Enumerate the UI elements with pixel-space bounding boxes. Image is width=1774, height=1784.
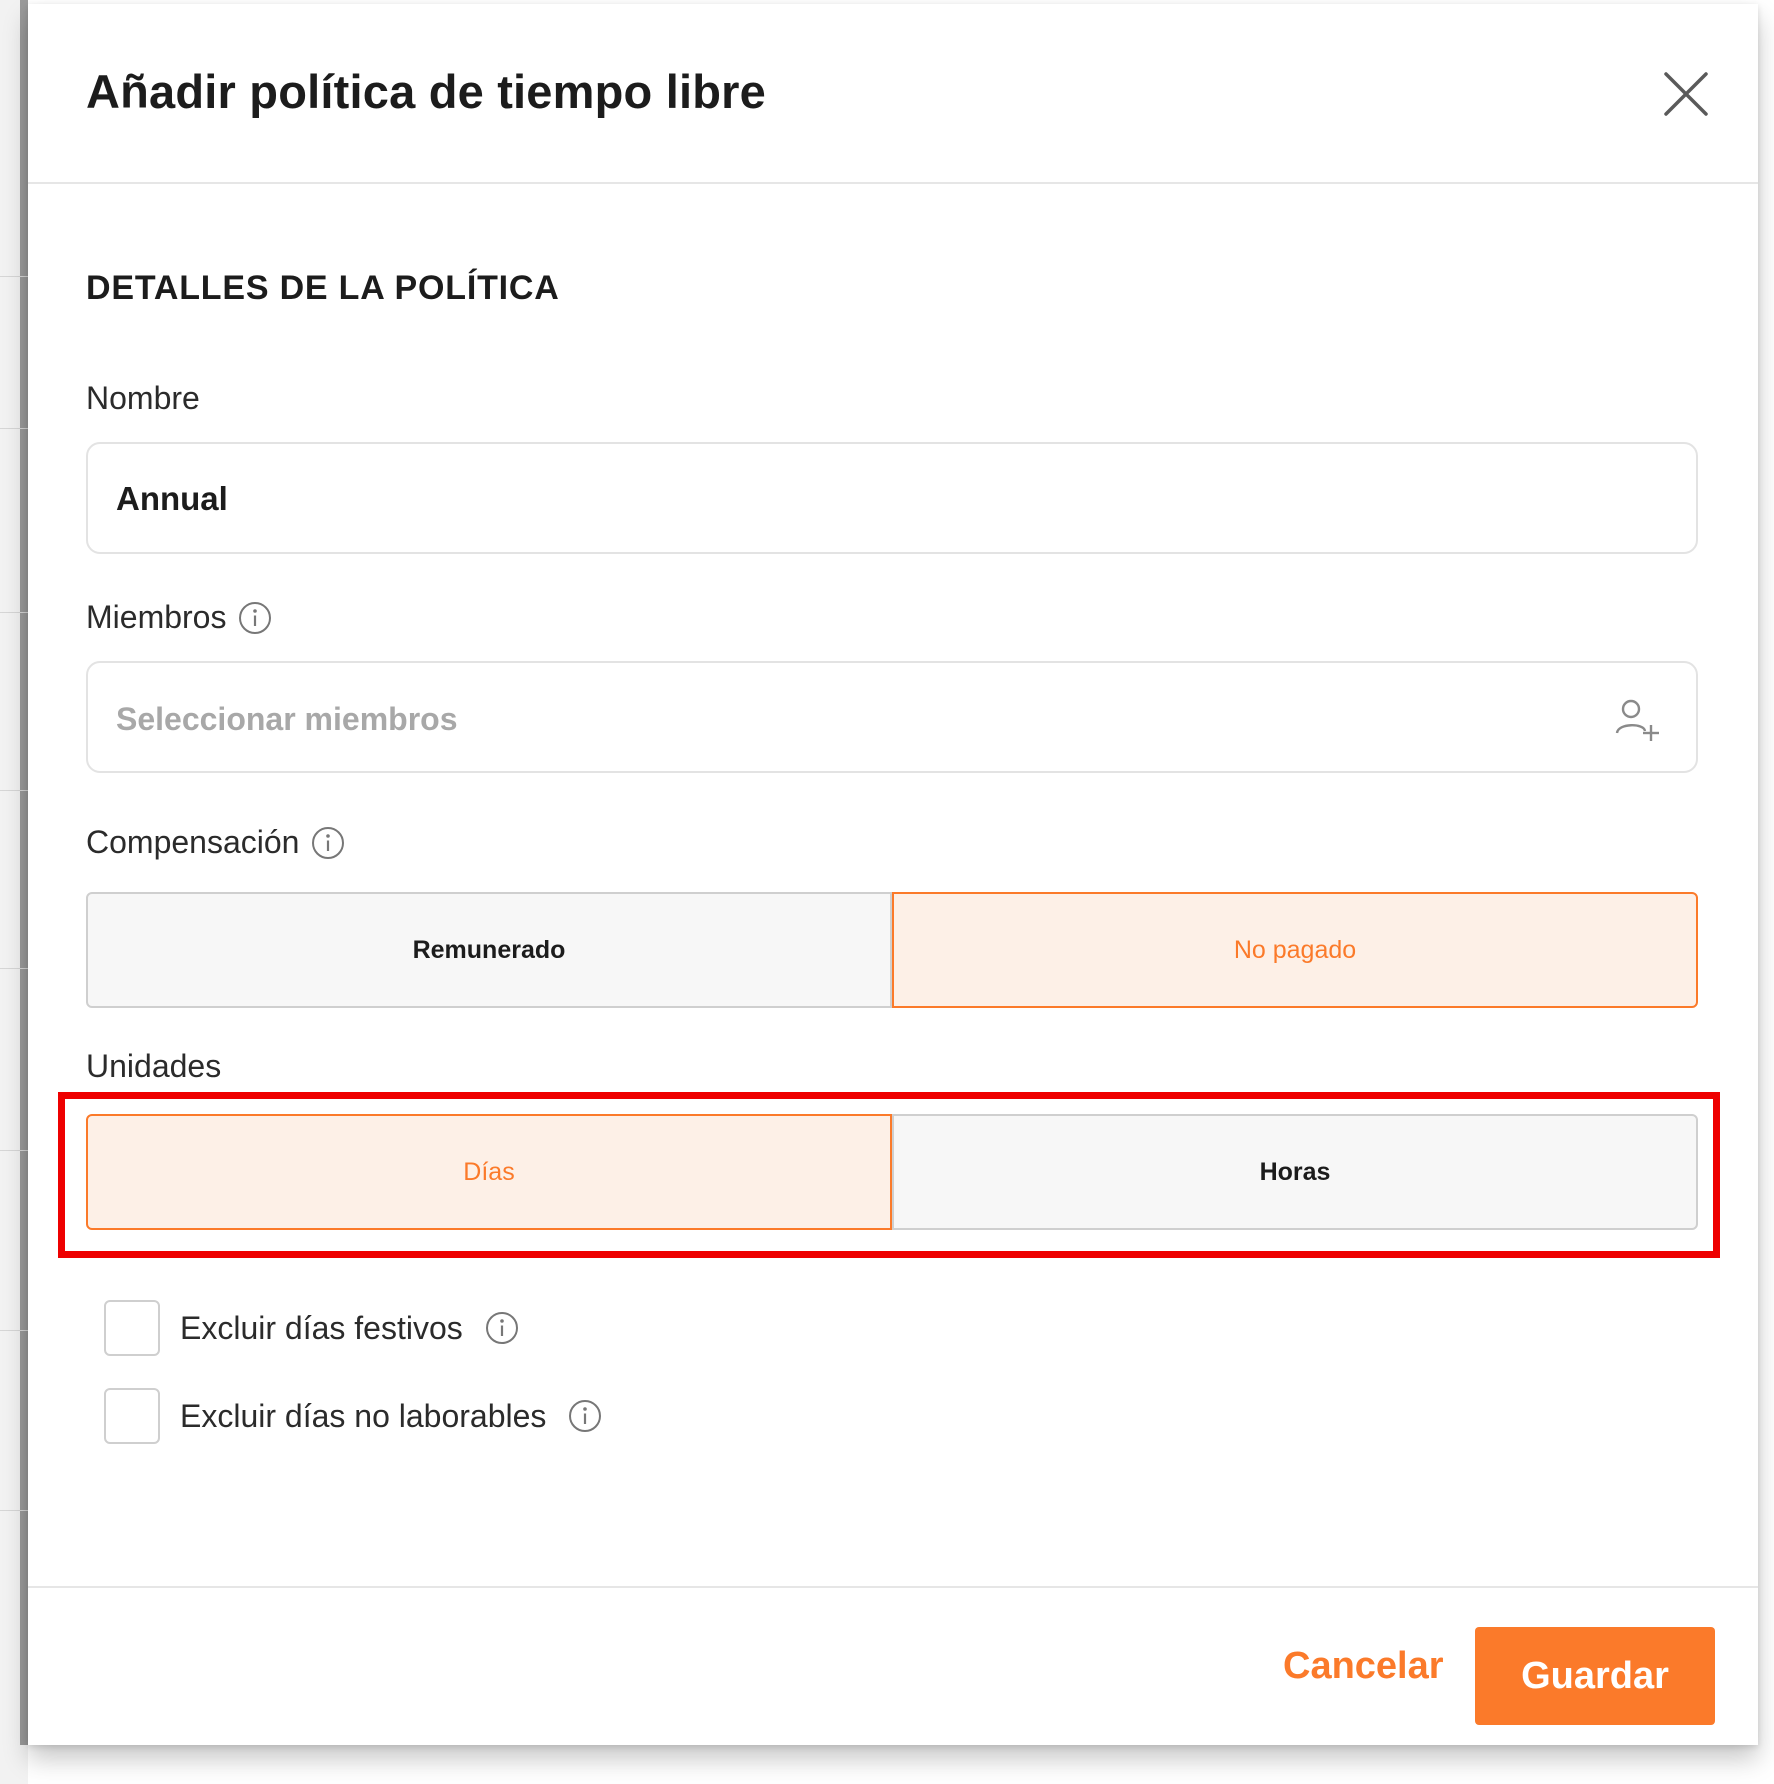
exclude-holidays-checkbox[interactable]: [104, 1300, 160, 1356]
name-label: Nombre: [86, 380, 200, 417]
background-divider: [0, 968, 28, 969]
save-button[interactable]: Guardar: [1475, 1627, 1715, 1725]
members-label-text: Miembros: [86, 599, 227, 635]
background-divider: [0, 428, 28, 429]
dialog-header: Añadir política de tiempo libre: [28, 4, 1758, 184]
background-edge: [20, 0, 28, 1745]
info-icon[interactable]: [311, 826, 345, 860]
close-button[interactable]: [1658, 66, 1714, 122]
compensation-toggle: Remunerado No pagado: [86, 892, 1698, 1008]
compensation-label-text: Compensación: [86, 824, 300, 860]
name-field[interactable]: Annual: [86, 442, 1698, 554]
info-icon[interactable]: [238, 601, 272, 635]
background-divider: [0, 1330, 28, 1331]
info-icon[interactable]: [568, 1399, 602, 1433]
dialog-title: Añadir política de tiempo libre: [86, 65, 766, 118]
compensation-option-paid[interactable]: Remunerado: [86, 892, 892, 1008]
time-off-policy-dialog: Añadir política de tiempo libre DETALLES…: [28, 4, 1758, 1745]
exclude-holidays-label: Excluir días festivos: [180, 1309, 463, 1346]
close-icon: [1664, 72, 1708, 116]
exclude-non-working-days-row: Excluir días no laborables: [104, 1388, 602, 1444]
exclude-non-working-days-checkbox[interactable]: [104, 1388, 160, 1444]
add-member-icon: [1615, 699, 1659, 741]
exclude-holidays-row: Excluir días festivos: [104, 1300, 519, 1356]
background-divider: [0, 790, 28, 791]
info-icon[interactable]: [485, 1311, 519, 1345]
section-title: DETALLES DE LA POLÍTICA: [86, 269, 560, 307]
background-page: [0, 0, 28, 1784]
background-divider: [0, 1510, 28, 1511]
name-field-value: Annual: [116, 480, 228, 517]
cancel-button[interactable]: Cancelar: [1283, 1645, 1444, 1688]
dialog-footer: Cancelar Guardar: [28, 1586, 1758, 1747]
units-label-text: Unidades: [86, 1048, 222, 1084]
exclude-non-working-days-label: Excluir días no laborables: [180, 1397, 547, 1434]
members-label: Miembros: [86, 599, 272, 636]
compensation-label: Compensación: [86, 824, 345, 861]
units-label: Unidades: [86, 1048, 221, 1085]
members-placeholder: Seleccionar miembros: [116, 701, 458, 737]
members-select[interactable]: Seleccionar miembros: [86, 661, 1698, 773]
compensation-option-unpaid[interactable]: No pagado: [892, 892, 1698, 1008]
background-divider: [0, 612, 28, 613]
background-divider: [0, 276, 28, 277]
name-label-text: Nombre: [86, 380, 200, 416]
background-divider: [0, 1150, 28, 1151]
highlight-box: [58, 1092, 1720, 1258]
